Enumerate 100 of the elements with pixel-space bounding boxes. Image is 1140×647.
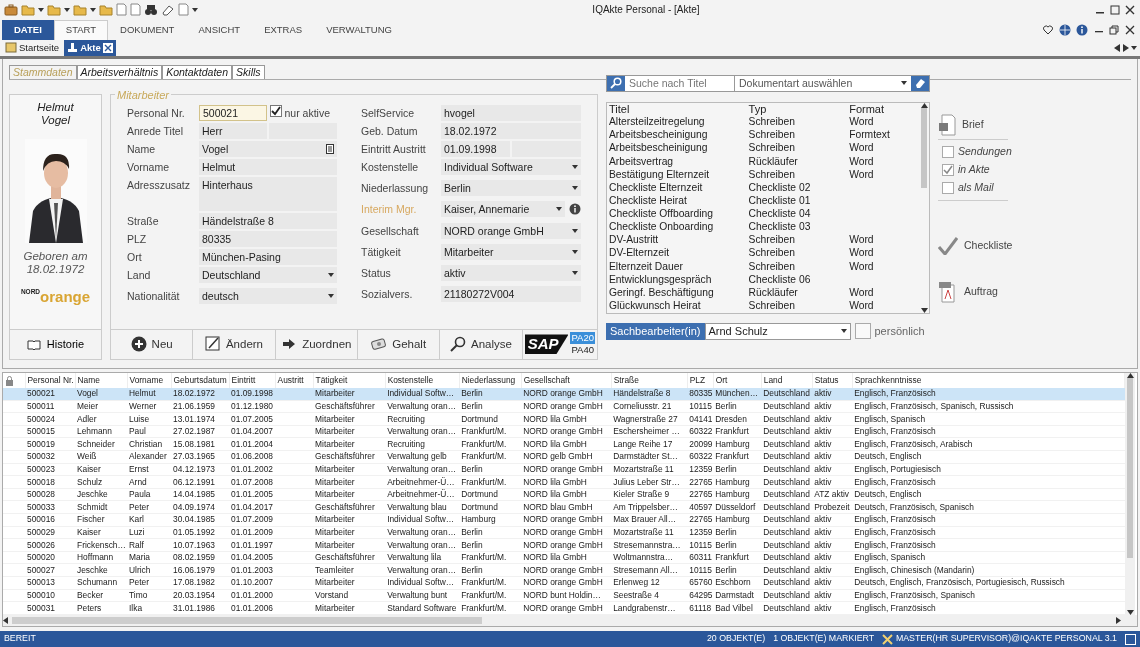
document-tab[interactable]: Akte	[64, 39, 116, 56]
column-header[interactable]: Gesellschaft	[521, 372, 612, 388]
input-field[interactable]: 18.02.1972	[441, 122, 581, 139]
ribbon-tab[interactable]: START	[53, 19, 109, 40]
right-arrow-icon[interactable]	[1122, 43, 1129, 52]
checkbox[interactable]	[942, 181, 954, 194]
table-cell: Stresemannstra…	[611, 538, 688, 552]
scrollbar[interactable]	[1125, 372, 1135, 616]
letter-button[interactable]: Brief	[938, 113, 1018, 136]
version-option[interactable]: PA40	[570, 344, 596, 357]
dropdown[interactable]: Berlin	[441, 179, 581, 196]
column-header[interactable]: Ort	[713, 372, 762, 388]
close-icon[interactable]	[1124, 3, 1136, 16]
heart-icon[interactable]	[1043, 24, 1053, 35]
ribbon-tab[interactable]: DATEI	[2, 19, 54, 40]
table-cell-text: Arbeitsbescheinigung	[608, 142, 709, 156]
left-arrow-icon[interactable]	[1113, 43, 1120, 52]
close-icon[interactable]	[1124, 24, 1135, 35]
column-header[interactable]: Status	[812, 372, 853, 388]
input-field[interactable]: 21180272V004	[441, 285, 581, 302]
order-button[interactable]: Auftrag	[938, 280, 1018, 303]
input-field[interactable]: Hinterhaus	[199, 176, 337, 211]
restore-icon[interactable]	[1109, 24, 1119, 35]
checkbox[interactable]	[942, 145, 954, 158]
column-header[interactable]: Eintritt	[229, 372, 276, 388]
input-field[interactable]: Helmut	[199, 158, 337, 175]
document-tab[interactable]: Startseite	[2, 39, 63, 56]
dropdown[interactable]: Mitarbeiter	[441, 243, 581, 260]
dropdown[interactable]: aktiv	[441, 264, 581, 281]
column-header[interactable]: Niederlassung	[459, 372, 522, 388]
checkbox[interactable]	[942, 163, 954, 176]
info-icon[interactable]	[1076, 23, 1088, 36]
dropdown[interactable]: deutsch	[199, 287, 337, 304]
column-header[interactable]: Vorname	[127, 372, 172, 388]
table-cell: 01.01.2002	[229, 463, 276, 476]
input-field[interactable]: Händelstraße 8	[199, 212, 337, 229]
column-header[interactable]: Kostenstelle	[385, 372, 460, 388]
dropdown[interactable]: Deutschland	[199, 266, 337, 283]
column-header[interactable]: Format	[847, 102, 919, 116]
briefcase-icon[interactable]	[4, 3, 18, 16]
column-header[interactable]: Name	[75, 372, 128, 388]
table-cell: 10115	[687, 400, 714, 413]
column-header[interactable]: Sprachkenntnisse	[852, 372, 1125, 388]
eraser-icon[interactable]	[161, 3, 175, 16]
table-cell: Verwaltung bunt	[385, 589, 460, 602]
dropdown[interactable]: Individual Software	[441, 158, 581, 175]
column-header[interactable]: Land	[761, 372, 813, 388]
input-field[interactable]: 500021	[199, 104, 267, 121]
caret-icon[interactable]	[64, 7, 70, 12]
history-button[interactable]: Historie	[10, 328, 101, 359]
tab[interactable]: Arbeitsverhältnis	[76, 64, 163, 79]
table-cell: Hamburg	[459, 513, 522, 527]
input-field[interactable]: Vogel	[199, 140, 337, 157]
caret-icon	[572, 270, 578, 275]
ribbon-tab[interactable]: ANSICHT	[186, 19, 253, 40]
ribbon-tab[interactable]: EXTRAS	[252, 19, 315, 40]
table-cell: 04141	[687, 412, 714, 426]
caret-icon[interactable]	[192, 7, 198, 12]
table-cell-text: Schreiben	[747, 116, 796, 130]
checkbox[interactable]	[854, 323, 871, 340]
tab[interactable]: Skills	[232, 64, 265, 79]
lock-icon	[5, 375, 14, 386]
checklist-button[interactable]: Checkliste	[938, 236, 1018, 255]
input-field[interactable]: Herr	[199, 122, 267, 139]
table-cell: Frankfurt/M.	[459, 437, 522, 451]
dropdown[interactable]: Kaiser, Annemarie	[441, 200, 565, 217]
input-field[interactable]: hvogel	[441, 104, 581, 121]
input-field[interactable]: München-Pasing	[199, 248, 337, 265]
caret-icon[interactable]	[90, 7, 96, 12]
dropdown[interactable]: Arnd Schulz	[704, 322, 851, 340]
search-icon[interactable]	[610, 77, 622, 90]
column-header[interactable]: Geburtsdatum	[171, 372, 230, 388]
column-header[interactable]: Straße	[611, 372, 688, 388]
info-icon[interactable]	[569, 202, 581, 215]
caret-icon	[328, 293, 334, 298]
ribbon-tab[interactable]: DOKUMENT	[108, 19, 187, 40]
caret-icon[interactable]	[1131, 45, 1138, 50]
binoculars-icon[interactable]	[144, 3, 158, 16]
scrollbar[interactable]	[919, 102, 929, 313]
caret-icon[interactable]	[38, 7, 44, 12]
eraser-icon[interactable]	[914, 77, 926, 90]
input-field[interactable]: 01.09.1998	[441, 140, 510, 157]
status-text: BEREIT	[4, 632, 36, 646]
search-field[interactable]: Suche nach Titel	[625, 75, 735, 91]
tab[interactable]: Kontaktdaten	[162, 64, 233, 79]
dropdown[interactable]: NORD orange GmbH	[441, 222, 581, 239]
column-header[interactable]: PLZ	[687, 372, 714, 388]
input-field[interactable]: 80335	[199, 230, 337, 247]
ribbon-tab[interactable]: VERWALTUNG	[314, 19, 404, 40]
column-header[interactable]: Austritt	[275, 372, 314, 388]
document-type-dropdown[interactable]: Dokumentart auswählen	[735, 75, 911, 91]
column-header[interactable]: Personal Nr.	[25, 372, 75, 388]
globe-icon[interactable]	[1058, 23, 1071, 36]
scrollbar[interactable]	[3, 615, 1137, 627]
column-header[interactable]: Titel	[607, 102, 747, 116]
column-header[interactable]: Tätigkeit	[313, 372, 386, 388]
table-cell-text: Formtext	[848, 129, 891, 143]
maximize-icon[interactable]	[1109, 3, 1121, 16]
column-header[interactable]: Typ	[746, 102, 848, 116]
checkbox[interactable]	[269, 104, 282, 117]
